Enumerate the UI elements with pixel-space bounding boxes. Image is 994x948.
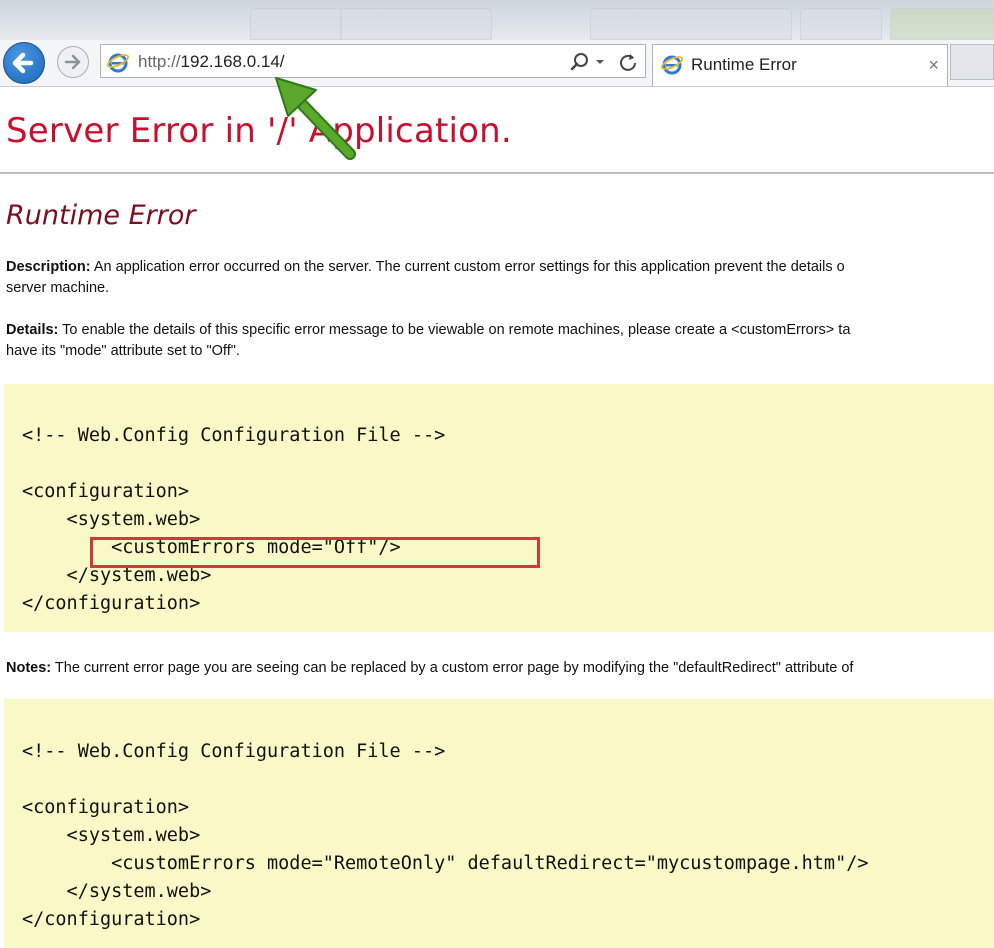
code-line: </configuration> (22, 593, 201, 614)
divider (0, 172, 994, 174)
details-label: Details: (6, 322, 59, 338)
code-line: <!-- Web.Config Configuration File --> (22, 741, 446, 762)
description-label: Description: (6, 259, 91, 275)
page-title: Server Error in '/' Application. (6, 111, 512, 151)
dropdown-icon[interactable] (593, 51, 607, 73)
tab-title: Runtime Error (691, 55, 797, 74)
url-host: 192.168.0.14/ (180, 52, 285, 71)
details-paragraph: Details: To enable the details of this s… (6, 320, 994, 362)
code-line: </system.web> (22, 565, 212, 586)
browser-toolbar: http://192.168.0.14/ Runtime Error × (0, 40, 994, 87)
description-text: An application error occurred on the ser… (90, 259, 845, 275)
background-tab[interactable] (590, 8, 792, 40)
background-tab[interactable] (800, 8, 882, 40)
notes-paragraph: Notes: The current error page you are se… (6, 658, 994, 679)
ie-logo-icon (107, 53, 129, 73)
background-tab[interactable] (340, 8, 492, 40)
background-tab[interactable] (250, 8, 342, 40)
code-line: <customErrors mode="RemoteOnly" defaultR… (22, 853, 869, 874)
background-tab[interactable] (890, 8, 994, 40)
tab-runtime-error[interactable]: Runtime Error × (652, 44, 948, 86)
code-line: <configuration> (22, 481, 190, 502)
url-protocol: http:// (138, 52, 181, 71)
code-line: </system.web> (22, 881, 212, 902)
close-icon[interactable]: × (928, 55, 939, 76)
back-button[interactable] (3, 42, 45, 84)
forward-button[interactable] (57, 46, 89, 78)
search-icon[interactable] (569, 51, 591, 73)
new-tab-button[interactable] (950, 44, 994, 80)
description-paragraph: Description: An application error occurr… (6, 257, 994, 299)
browser-tab-strip (0, 0, 994, 40)
code-line: <configuration> (22, 797, 190, 818)
back-arrow-icon (12, 52, 34, 74)
forward-arrow-icon (64, 54, 81, 70)
details-text-cont: have its "mode" attribute set to "Off". (6, 343, 240, 359)
error-subtitle: Runtime Error (6, 200, 196, 231)
url-text[interactable]: http://192.168.0.14/ (138, 52, 285, 72)
notes-label: Notes: (6, 660, 52, 676)
code-block-config-remoteonly: <!-- Web.Config Configuration File --> <… (4, 699, 994, 948)
ie-logo-icon (661, 55, 683, 75)
code-line: </configuration> (22, 909, 201, 930)
highlight-box (90, 537, 540, 568)
code-line: <system.web> (22, 825, 201, 846)
refresh-icon[interactable] (617, 51, 639, 73)
details-text: To enable the details of this specific e… (58, 322, 851, 338)
code-line: <!-- Web.Config Configuration File --> (22, 425, 446, 446)
description-text-cont: server machine. (6, 280, 110, 296)
code-line: <system.web> (22, 509, 201, 530)
code-block-config-off: <!-- Web.Config Configuration File --> <… (4, 384, 994, 632)
annotation-arrow-icon (275, 77, 356, 160)
notes-text: The current error page you are seeing ca… (51, 660, 854, 676)
